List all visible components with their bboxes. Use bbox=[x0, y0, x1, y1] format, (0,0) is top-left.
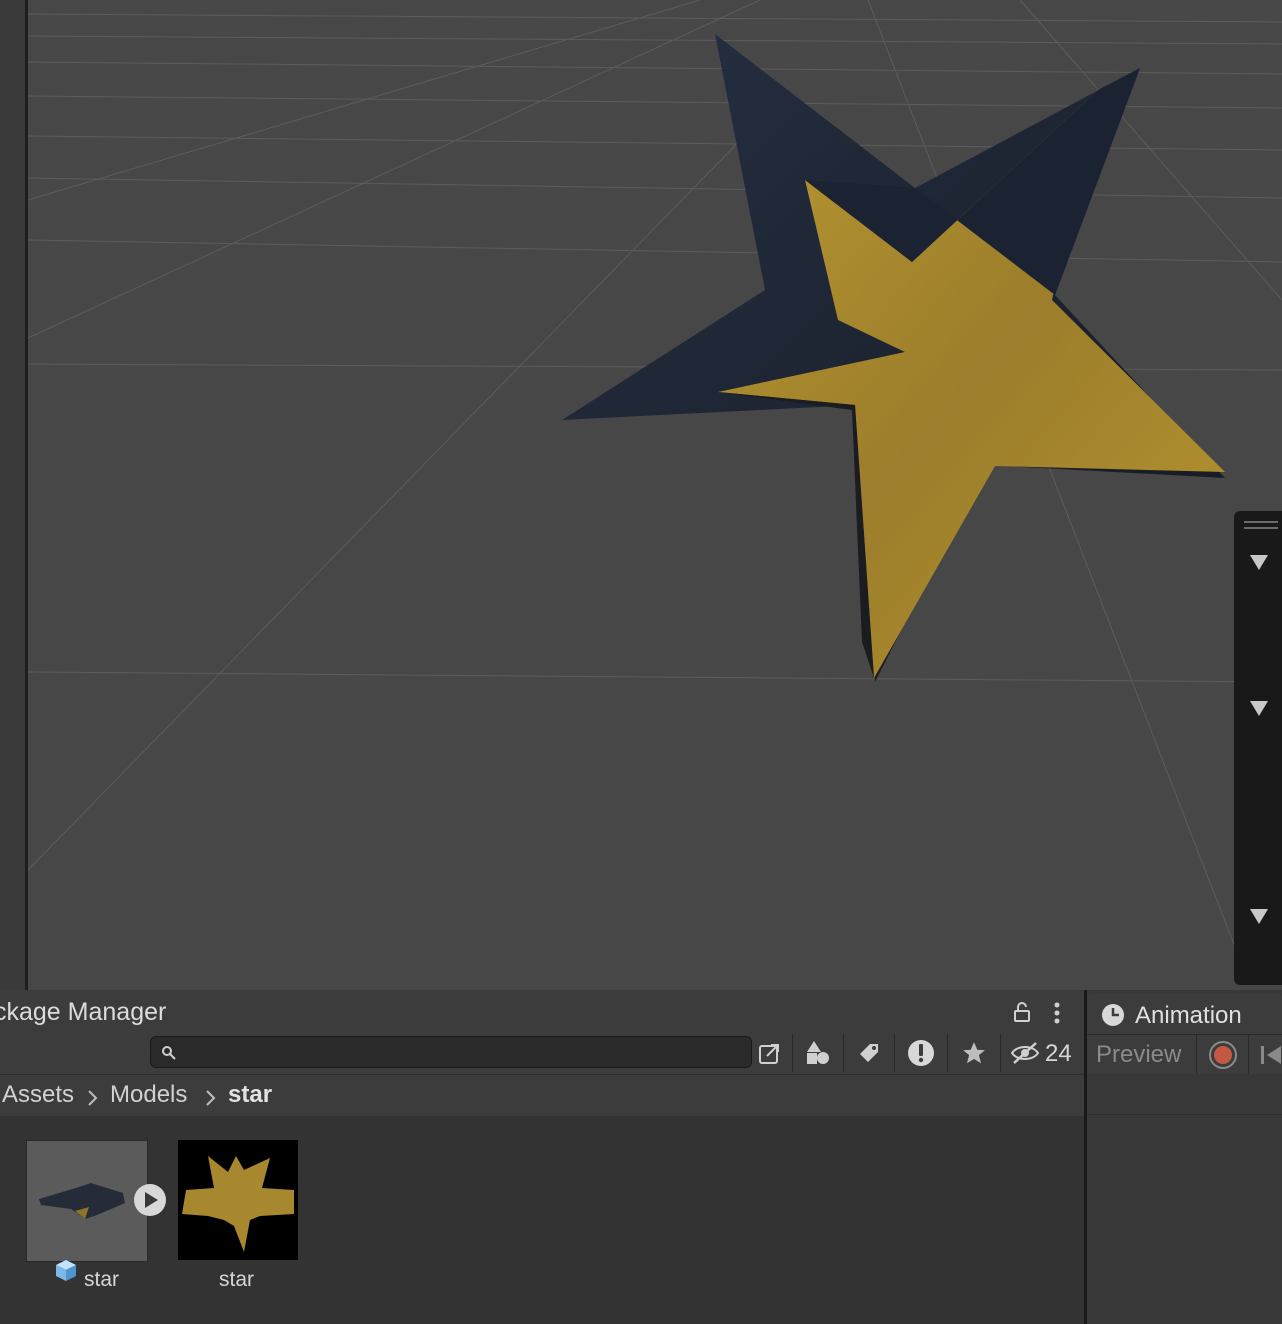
shapes-icon bbox=[807, 1041, 829, 1064]
expand-arrow-icon[interactable] bbox=[132, 1182, 168, 1218]
star-model[interactable] bbox=[0, 0, 1282, 990]
hidden-count: 24 bbox=[1045, 1040, 1072, 1067]
breadcrumb-item-models[interactable]: Models bbox=[110, 1081, 187, 1109]
eye-slash-icon bbox=[1010, 1042, 1040, 1064]
warning-icon bbox=[908, 1040, 934, 1066]
overlay-grip-icon[interactable] bbox=[1244, 521, 1278, 523]
asset-grid: star star bbox=[0, 1116, 1084, 1324]
bottom-dock: ckage Manager 24 Assets Models star star… bbox=[0, 990, 1282, 1324]
project-window: ckage Manager 24 Assets Models star star… bbox=[0, 990, 1085, 1324]
chevron-right-icon bbox=[88, 1090, 98, 1106]
record-icon bbox=[1209, 1041, 1237, 1069]
breadcrumb-item-assets[interactable]: Assets bbox=[2, 1081, 74, 1109]
preview-button[interactable]: Preview bbox=[1087, 1035, 1197, 1075]
timeline-divider bbox=[1087, 1114, 1282, 1115]
external-window-icon bbox=[759, 1044, 779, 1064]
animation-toolbar: Preview bbox=[1087, 1034, 1282, 1075]
foldout-arrow-icon[interactable] bbox=[1250, 909, 1268, 924]
favorites-button[interactable] bbox=[947, 1034, 1000, 1072]
project-tabbar: ckage Manager bbox=[0, 990, 1084, 1032]
toggle-hidden-packages-button[interactable]: 24 bbox=[1000, 1034, 1085, 1072]
asset-texture-star[interactable] bbox=[178, 1140, 298, 1260]
search-field[interactable] bbox=[150, 1036, 752, 1068]
scene-overlay-panel[interactable] bbox=[1234, 511, 1282, 985]
tab-animation[interactable]: Animation bbox=[1087, 994, 1282, 1034]
asset-label: star bbox=[219, 1268, 255, 1291]
model-preview-icon bbox=[39, 1183, 125, 1219]
skip-start-icon bbox=[1261, 1046, 1281, 1064]
foldout-arrow-icon[interactable] bbox=[1250, 555, 1268, 570]
tab-title: Animation bbox=[1135, 1002, 1242, 1029]
first-keyframe-button[interactable] bbox=[1249, 1035, 1282, 1075]
clock-icon bbox=[1102, 1004, 1124, 1026]
foldout-arrow-icon[interactable] bbox=[1250, 701, 1268, 716]
scene-view[interactable] bbox=[0, 0, 1282, 990]
filter-by-type-button[interactable] bbox=[792, 1034, 843, 1072]
lock-icon[interactable] bbox=[1012, 1002, 1032, 1022]
animation-window: Animation Preview bbox=[1087, 990, 1282, 1324]
animation-timeline[interactable] bbox=[1087, 1074, 1282, 1324]
asset-label: star bbox=[84, 1268, 120, 1291]
star-icon bbox=[963, 1042, 985, 1064]
texture-preview-icon bbox=[182, 1156, 294, 1252]
filter-by-label-button[interactable] bbox=[843, 1034, 894, 1072]
chevron-right-icon bbox=[206, 1090, 216, 1106]
prefab-icon bbox=[56, 1260, 76, 1281]
open-search-window-button[interactable] bbox=[752, 1034, 788, 1072]
search-input[interactable] bbox=[181, 1039, 745, 1065]
project-toolbar: 24 bbox=[0, 1032, 1085, 1074]
breadcrumb: Assets Models star bbox=[0, 1074, 1084, 1117]
breadcrumb-item-star[interactable]: star bbox=[228, 1081, 272, 1109]
filter-by-log-button[interactable] bbox=[894, 1034, 947, 1072]
tab-title: ckage Manager bbox=[0, 998, 167, 1026]
kebab-menu-icon[interactable] bbox=[1050, 1002, 1064, 1024]
asset-model-star[interactable] bbox=[26, 1140, 148, 1262]
tag-icon bbox=[860, 1044, 878, 1062]
record-button[interactable] bbox=[1198, 1035, 1249, 1075]
search-icon bbox=[162, 1046, 176, 1060]
tab-package-manager[interactable]: ckage Manager bbox=[0, 990, 1084, 1032]
